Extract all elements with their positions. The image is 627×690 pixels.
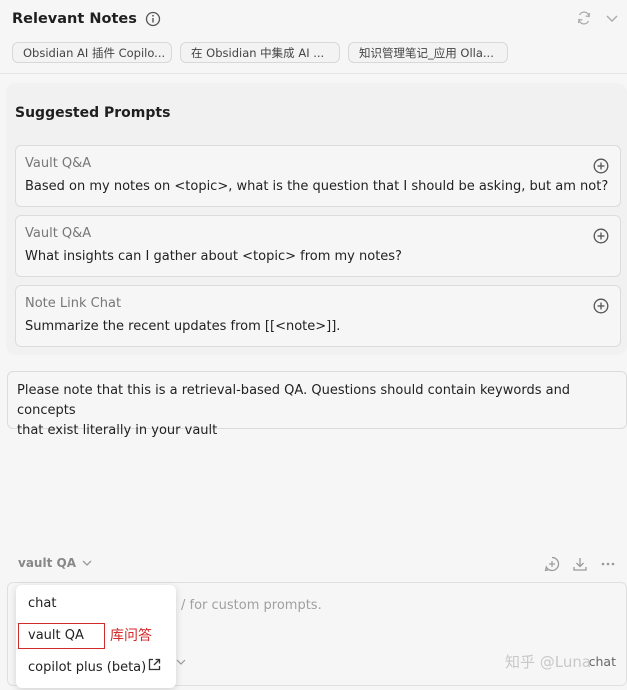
relevant-notes-title: Relevant Notes: [12, 11, 137, 27]
chevron-down-icon: [176, 659, 186, 665]
suggested-prompts-title: Suggested Prompts: [15, 105, 171, 121]
divider: [0, 73, 627, 74]
prompt-card[interactable]: Vault Q&A What insights can I gather abo…: [15, 215, 621, 277]
dropdown-option-chat[interactable]: chat: [28, 596, 56, 611]
info-icon[interactable]: [145, 11, 161, 27]
chain-mode-select[interactable]: vault QA: [18, 556, 94, 570]
prompt-type: Vault Q&A: [25, 156, 92, 171]
dropdown-option-copilot-plus[interactable]: copilot plus (beta): [28, 660, 146, 675]
retrieval-notice: Please note that this is a retrieval-bas…: [7, 371, 627, 438]
mode-label: vault QA: [18, 556, 76, 570]
new-chat-icon[interactable]: [543, 555, 561, 573]
copilot-chat-panel: Relevant Notes Obsidian AI 插件 Copilo... …: [0, 0, 627, 690]
header-actions: [575, 9, 621, 27]
more-icon[interactable]: [599, 555, 617, 573]
watermark: 知乎 @Luna: [505, 653, 592, 671]
prompt-card[interactable]: Note Link Chat Summarize the recent upda…: [15, 285, 621, 347]
send-button[interactable]: chat: [589, 654, 616, 669]
relevant-notes-header: Relevant Notes: [12, 8, 161, 30]
add-prompt-icon[interactable]: [592, 227, 610, 245]
save-icon[interactable]: [571, 555, 589, 573]
prompt-type: Note Link Chat: [25, 296, 122, 311]
prompt-text: Based on my notes on <topic>, what is th…: [25, 179, 609, 194]
refresh-icon[interactable]: [575, 9, 593, 27]
note-chip[interactable]: Obsidian AI 插件 Copilo...: [12, 42, 172, 63]
prompt-text: Summarize the recent updates from [[<not…: [25, 319, 341, 334]
chat-toolbar: [543, 555, 617, 573]
input-placeholder: / for custom prompts.: [181, 598, 322, 613]
suggested-prompts-panel: Suggested Prompts Vault Q&A Based on my …: [6, 83, 627, 355]
notice-line: Please note that this is a retrieval-bas…: [17, 383, 571, 418]
prompt-card[interactable]: Vault Q&A Based on my notes on <topic>, …: [15, 145, 621, 207]
dropdown-option-vault-qa[interactable]: vault QA: [28, 628, 84, 643]
mode-dropdown: chat vault QA copilot plus (beta): [16, 585, 176, 688]
chevron-down-icon[interactable]: [603, 9, 621, 27]
add-prompt-icon[interactable]: [592, 157, 610, 175]
note-chip[interactable]: 知识管理笔记_应用 Olla...: [348, 42, 508, 63]
note-chip[interactable]: 在 Obsidian 中集成 AI ...: [180, 42, 340, 63]
add-prompt-icon[interactable]: [592, 297, 610, 315]
prompt-type: Vault Q&A: [25, 226, 92, 241]
chevron-down-icon: [82, 560, 92, 566]
relevant-notes-list: Obsidian AI 插件 Copilo... 在 Obsidian 中集成 …: [12, 42, 508, 63]
external-link-icon: [147, 657, 162, 672]
prompt-text: What insights can I gather about <topic>…: [25, 249, 402, 264]
notice-line: that exist literally in your vault: [17, 423, 218, 438]
annotation-label: 库问答: [110, 628, 152, 644]
